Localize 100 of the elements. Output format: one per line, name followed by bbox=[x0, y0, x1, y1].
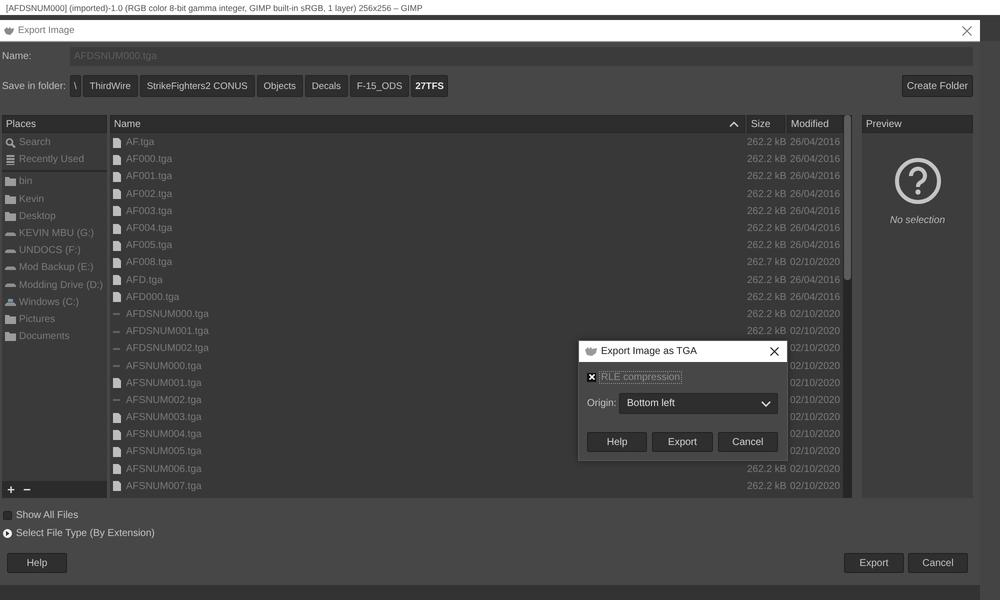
modified-cell: 02/10/2020 bbox=[790, 429, 840, 440]
document-icon bbox=[113, 189, 121, 200]
document-icon bbox=[113, 481, 121, 492]
file-name-cell[interactable]: AF.tga bbox=[110, 137, 745, 148]
modified-cell: 26/04/2016 bbox=[790, 223, 840, 234]
modified-cell: 02/10/2020 bbox=[790, 480, 840, 492]
logo-icon bbox=[4, 26, 14, 34]
file-name-cell[interactable]: AFDSNUM001.tga bbox=[110, 326, 745, 338]
modified-cell: 02/10/2020 bbox=[790, 343, 840, 354]
question-icon bbox=[894, 158, 940, 204]
close-icon bbox=[770, 347, 778, 356]
places-button[interactable]: − bbox=[21, 483, 33, 496]
show-all-files-label[interactable]: Show All Files bbox=[16, 510, 78, 520]
places-button[interactable]: + bbox=[5, 483, 17, 496]
places-item[interactable]: Search bbox=[2, 134, 107, 152]
file-name-cell[interactable]: AFDSNUM000.tga bbox=[110, 308, 745, 320]
modified-cell: 26/04/2016 bbox=[790, 274, 840, 286]
places-item[interactable]: Kevin bbox=[2, 190, 107, 208]
path-button[interactable]: ThirdWire bbox=[82, 75, 138, 97]
file-name-cell[interactable]: AFSNUM007.tga bbox=[110, 480, 745, 492]
places-item[interactable]: bin bbox=[2, 173, 107, 191]
dialog-button[interactable]: Cancel bbox=[908, 553, 968, 573]
column-header[interactable]: Size bbox=[747, 115, 785, 133]
places-header: Places bbox=[2, 115, 107, 133]
file-name-cell[interactable]: AFSNUM000.tga bbox=[110, 360, 745, 372]
size-cell: 262.2 kB bbox=[747, 188, 786, 200]
places-item[interactable]: Windows (C:) bbox=[2, 294, 107, 311]
document-icon bbox=[113, 154, 121, 165]
checkbox[interactable] bbox=[587, 372, 596, 382]
size-cell: 262.2 kB bbox=[747, 326, 786, 338]
dialog-button[interactable]: Cancel bbox=[718, 432, 778, 452]
folder-icon bbox=[5, 194, 16, 204]
column-header[interactable]: Name bbox=[110, 115, 745, 133]
drive-icon bbox=[5, 232, 16, 236]
preview-message: No selection bbox=[890, 215, 946, 226]
places-item[interactable]: KEVIN MBU (G:) bbox=[2, 224, 107, 242]
path-button[interactable]: Objects bbox=[256, 75, 303, 97]
places-item[interactable]: Mod Backup (E:) bbox=[2, 259, 107, 276]
modified-cell: 02/10/2020 bbox=[790, 412, 840, 424]
thumbnail-icon bbox=[113, 365, 120, 368]
file-name-cell[interactable]: AF003.tga bbox=[110, 206, 745, 217]
places-item[interactable]: UNDOCS (F:) bbox=[2, 242, 107, 260]
file-name-cell[interactable]: AFSNUM003.tga bbox=[110, 412, 745, 424]
modified-cell: 02/10/2020 bbox=[790, 464, 840, 475]
file-name-cell[interactable]: AFD000.tga bbox=[110, 292, 745, 303]
file-name-cell[interactable]: AF008.tga bbox=[110, 257, 745, 268]
document-icon bbox=[113, 446, 121, 457]
folder-icon bbox=[5, 314, 16, 324]
checkbox[interactable] bbox=[3, 510, 12, 520]
dialog-button[interactable]: Help bbox=[587, 432, 648, 452]
places-item[interactable]: Modding Drive (D:) bbox=[2, 276, 107, 294]
path-button[interactable]: \ bbox=[70, 75, 81, 97]
help-button[interactable]: Help bbox=[7, 553, 67, 573]
document-icon bbox=[113, 138, 121, 148]
scrollbar[interactable] bbox=[843, 115, 852, 498]
modified-cell: 02/10/2020 bbox=[790, 378, 840, 389]
file-name-cell[interactable]: AFSNUM006.tga bbox=[110, 464, 745, 475]
size-cell: 262.2 kB bbox=[747, 154, 786, 166]
modified-cell: 26/04/2016 bbox=[790, 240, 840, 252]
places-item[interactable]: Recently Used bbox=[2, 151, 107, 168]
document-icon bbox=[113, 240, 121, 251]
file-type-expander[interactable]: Select File Type (By Extension) bbox=[16, 528, 155, 538]
size-cell: 262.2 kB bbox=[747, 206, 786, 217]
origin-dropdown[interactable]: Bottom left bbox=[619, 393, 778, 414]
path-button[interactable]: 27TFS bbox=[411, 75, 448, 97]
thumbnail-icon bbox=[113, 330, 120, 333]
file-name-cell[interactable]: AF004.tga bbox=[110, 223, 745, 234]
file-name-cell[interactable]: AF005.tga bbox=[110, 240, 745, 252]
scrollbar-thumb[interactable] bbox=[844, 115, 851, 280]
expander-icon[interactable] bbox=[3, 528, 12, 538]
places-item[interactable]: Desktop bbox=[2, 208, 107, 225]
file-name-cell[interactable]: AF001.tga bbox=[110, 171, 745, 182]
file-name-cell[interactable]: AFD.tga bbox=[110, 274, 745, 286]
places-item[interactable]: Documents bbox=[2, 328, 107, 346]
modified-cell: 02/10/2020 bbox=[790, 446, 840, 458]
dialog-button[interactable]: Export bbox=[652, 432, 713, 452]
name-label: Name: bbox=[2, 51, 32, 62]
modified-cell: 26/04/2016 bbox=[790, 137, 840, 148]
size-cell: 262.2 kB bbox=[747, 137, 786, 148]
modified-cell: 26/04/2016 bbox=[790, 188, 840, 200]
drive-icon bbox=[5, 248, 16, 253]
size-cell: 262.2 kB bbox=[747, 292, 786, 303]
path-button[interactable]: StrikeFighters2 CONUS bbox=[140, 75, 255, 97]
create-folder-button[interactable]: Create Folder bbox=[902, 75, 973, 97]
size-cell: 262.2 kB bbox=[747, 480, 786, 492]
path-button[interactable]: Decals bbox=[304, 75, 348, 97]
path-button[interactable]: F-15_ODS bbox=[350, 75, 410, 97]
places-item[interactable]: Pictures bbox=[2, 310, 107, 328]
drive-icon bbox=[5, 266, 16, 270]
document-icon bbox=[113, 275, 121, 286]
close-button[interactable] bbox=[767, 344, 781, 358]
close-icon bbox=[962, 26, 972, 36]
rle-compression-label[interactable]: RLE compression bbox=[599, 370, 682, 384]
dialog-button[interactable]: Export bbox=[844, 553, 904, 573]
file-name-cell[interactable]: AF002.tga bbox=[110, 188, 745, 200]
document-icon bbox=[113, 464, 121, 474]
size-cell: 262.2 kB bbox=[747, 274, 786, 286]
folder-icon bbox=[5, 212, 16, 221]
file-name-cell[interactable]: AF000.tga bbox=[110, 154, 745, 166]
column-header[interactable]: Modified bbox=[787, 115, 843, 133]
